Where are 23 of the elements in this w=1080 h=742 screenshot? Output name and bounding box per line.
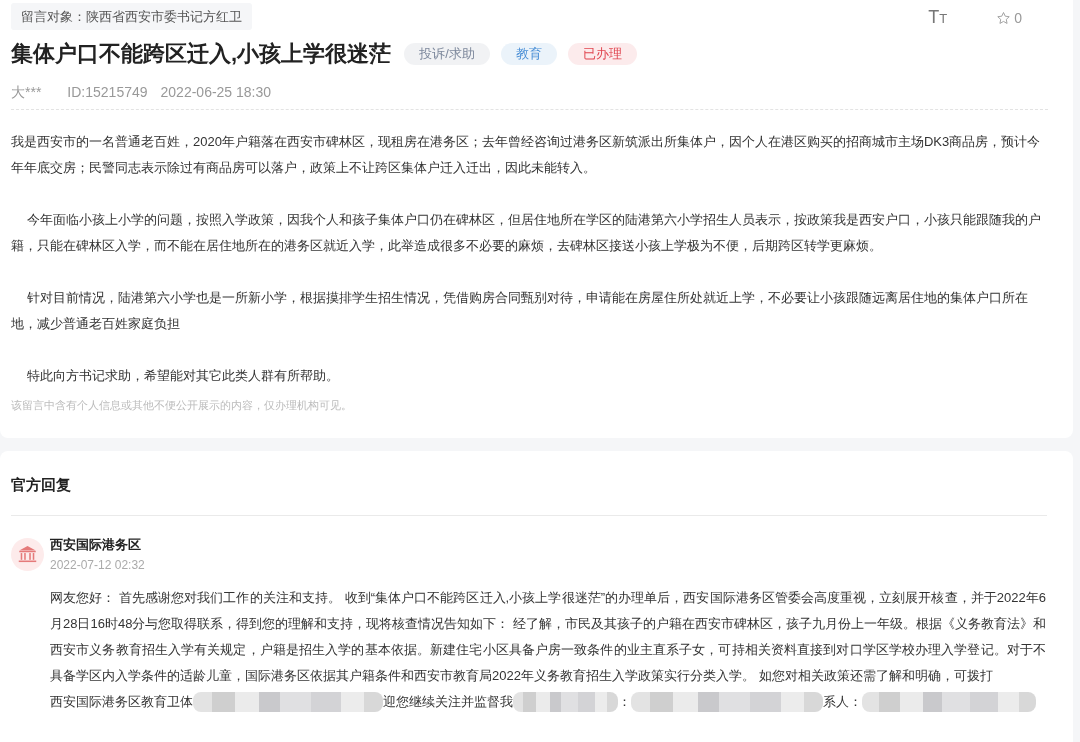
reply-text: 网友您好： 首先感谢您对我们工作的关注和支持。 收到“集体户口不能跨区迁入,小孩上学很迷茫”的办理单后，西安国际港务区管委会高度重视，立刻展开核查，并于2022年6月28日16时48分与您取得联系，得到您的理解和支持，现将核查情况告知如下： 经了解，市民及其孩子的户籍在西安市碑林区，孩子九月份上一年级。根据《义务教育法》和西安市义务教育招生入学有关规定，户籍是招生入学的基本依据。新建住宅小区具备户房一致条件的业主直系子女，可持相关资料直接到对口学区学校办理入学登记。对于不具备学区内入学条件的适龄儿童，国际港务区依据其户籍条件和西安市教育局2022年义务教育招生入学政策实行分类入学。 如您对相关政策还需了解和明确，可拨打: [50, 589, 1046, 685]
reply-text: 系人：: [823, 693, 862, 711]
category-tag: 投诉/求助: [404, 43, 490, 65]
favorite-button[interactable]: 0: [997, 9, 1022, 26]
recipient-label: 留言对象：陕西省西安市委书记方红卫: [11, 3, 252, 30]
message-paragraph: 我是西安市的一名普通老百姓，2020年户籍落在西安市碑林区，现租房在港务区；去年曾经咨询过港务区新筑派出所集体户，因个人在港区购买的招商城市主场DK3商品房，预计今年年底交房；民警同志表示除过有商品房可以落户，政策上不让跨区集体户迁入迁出，因此未能转入。: [11, 133, 1042, 177]
replier-name: 西安国际港务区: [50, 536, 142, 554]
post-time: 2022-06-25 18:30: [160, 83, 272, 102]
message-title: 集体户口不能跨区迁入,小孩上学很迷茫: [11, 40, 392, 68]
message-paragraph: 今年面临小孩上小学的问题，按照入学政策，因我个人和孩子集体户口仍在碑林区，但居住地所在学区的陆港第六小学招生人员表示，按政策我是西安户口，小孩只能跟随我的户籍，只能在碑林区入学，而不能在居住地所在的港务区就近入学，此举造成很多不必要的麻烦，去碑林区接送小孩上学极为不便，后期跨区转学更麻烦。: [11, 211, 1042, 255]
section-heading: 官方回复: [11, 475, 72, 495]
reply-text: 迎您继续关注并监督我: [383, 693, 513, 711]
bank-icon: [11, 538, 44, 571]
reply-time: 2022-07-12 02:32: [50, 557, 146, 574]
category-tag: 教育: [500, 43, 557, 65]
message-paragraph: 特此向方书记求助，希望能对其它此类人群有所帮助。: [26, 367, 340, 385]
post-id: ID:15215749: [67, 83, 148, 102]
message-paragraph: 针对目前情况，陆港第六小学也是一所新小学，根据摸排学生招生情况，凭借购房合同甄别对待，申请能在房屋住所处就近上学，不必要让小孩跟随远离居住地的集体户口所在地，减少普通老百姓家庭负担: [11, 289, 1029, 333]
category-tag: 已办理: [567, 43, 637, 65]
reply-text: 西安国际港务区教育卫体: [50, 693, 193, 711]
reply-text: ：: [618, 693, 631, 711]
font-size-button[interactable]: TT: [928, 6, 948, 29]
author-name: 大***: [11, 83, 42, 102]
